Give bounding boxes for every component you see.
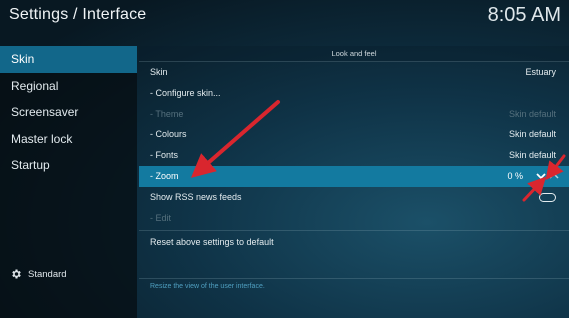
chevron-down-icon[interactable] bbox=[536, 171, 546, 181]
setting-row-skin[interactable]: Skin Estuary bbox=[139, 62, 569, 83]
setting-value: 0 % bbox=[507, 170, 523, 181]
setting-row-rss[interactable]: Show RSS news feeds bbox=[139, 187, 569, 208]
setting-row-fonts[interactable]: - Fonts Skin default bbox=[139, 145, 569, 166]
setting-label: - Configure skin... bbox=[150, 87, 221, 98]
zoom-spinner bbox=[536, 170, 559, 183]
settings-panel: Look and feel Skin Estuary - Configure s… bbox=[139, 46, 569, 296]
gear-icon bbox=[12, 269, 21, 279]
sidebar-item-master-lock[interactable]: Master lock bbox=[0, 126, 137, 153]
setting-row-theme: - Theme Skin default bbox=[139, 104, 569, 125]
divider bbox=[139, 278, 569, 279]
settings-level-button[interactable]: Standard bbox=[10, 268, 67, 280]
setting-value: Skin default bbox=[508, 108, 556, 119]
setting-label: - Fonts bbox=[150, 150, 179, 161]
setting-label: - Theme bbox=[150, 108, 184, 119]
setting-label: - Zoom bbox=[150, 170, 179, 181]
setting-value: Skin default bbox=[508, 150, 556, 161]
chevron-up-icon[interactable] bbox=[549, 171, 559, 181]
sidebar: Skin Regional Screensaver Master lock St… bbox=[0, 46, 137, 318]
settings-level-label: Standard bbox=[28, 268, 67, 280]
sidebar-item-regional[interactable]: Regional bbox=[0, 73, 137, 100]
reset-settings-button[interactable]: Reset above settings to default bbox=[139, 232, 569, 253]
setting-row-edit: - Edit bbox=[139, 208, 569, 229]
sidebar-item-screensaver[interactable]: Screensaver bbox=[0, 99, 137, 126]
setting-value: Skin default bbox=[508, 129, 556, 140]
rss-toggle[interactable] bbox=[539, 192, 556, 202]
setting-row-zoom[interactable]: - Zoom 0 % bbox=[139, 165, 569, 187]
sidebar-item-startup[interactable]: Startup bbox=[0, 152, 137, 179]
setting-label: Skin bbox=[150, 67, 168, 77]
setting-row-configure-skin[interactable]: - Configure skin... bbox=[139, 83, 569, 104]
setting-label: Show RSS news feeds bbox=[150, 191, 242, 202]
clock: 8:05 AM bbox=[487, 4, 561, 26]
setting-row-colours[interactable]: - Colours Skin default bbox=[139, 124, 569, 145]
section-title: Look and feel bbox=[139, 46, 569, 62]
page-title: Settings / Interface bbox=[9, 6, 147, 23]
setting-label: - Edit bbox=[150, 212, 172, 223]
setting-description: Resize the view of the user interface. bbox=[150, 283, 265, 290]
setting-value: Estuary bbox=[525, 67, 556, 77]
reset-label: Reset above settings to default bbox=[150, 237, 274, 248]
header: Settings / Interface 8:05 AM bbox=[0, 0, 569, 44]
divider bbox=[139, 230, 569, 232]
sidebar-item-skin[interactable]: Skin bbox=[0, 46, 137, 73]
setting-label: - Colours bbox=[150, 129, 187, 140]
